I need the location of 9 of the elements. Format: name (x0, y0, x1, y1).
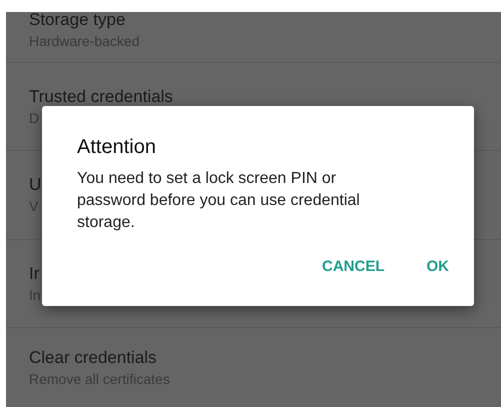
setting-title[interactable]: Trusted credentials (29, 86, 173, 106)
dialog-message: You need to set a lock screen PIN or password before you can use credential storage. (77, 169, 361, 233)
dialog-button[interactable]: OK (414, 250, 461, 284)
dialog-title: Attention (77, 135, 157, 160)
dialog-button[interactable]: CANCEL (310, 250, 396, 284)
setting-title[interactable]: U (29, 175, 42, 195)
setting-title[interactable]: Clear credentials (29, 348, 157, 368)
setting-title[interactable]: Ir (29, 264, 40, 284)
setting-title[interactable]: Storage type (29, 10, 126, 30)
